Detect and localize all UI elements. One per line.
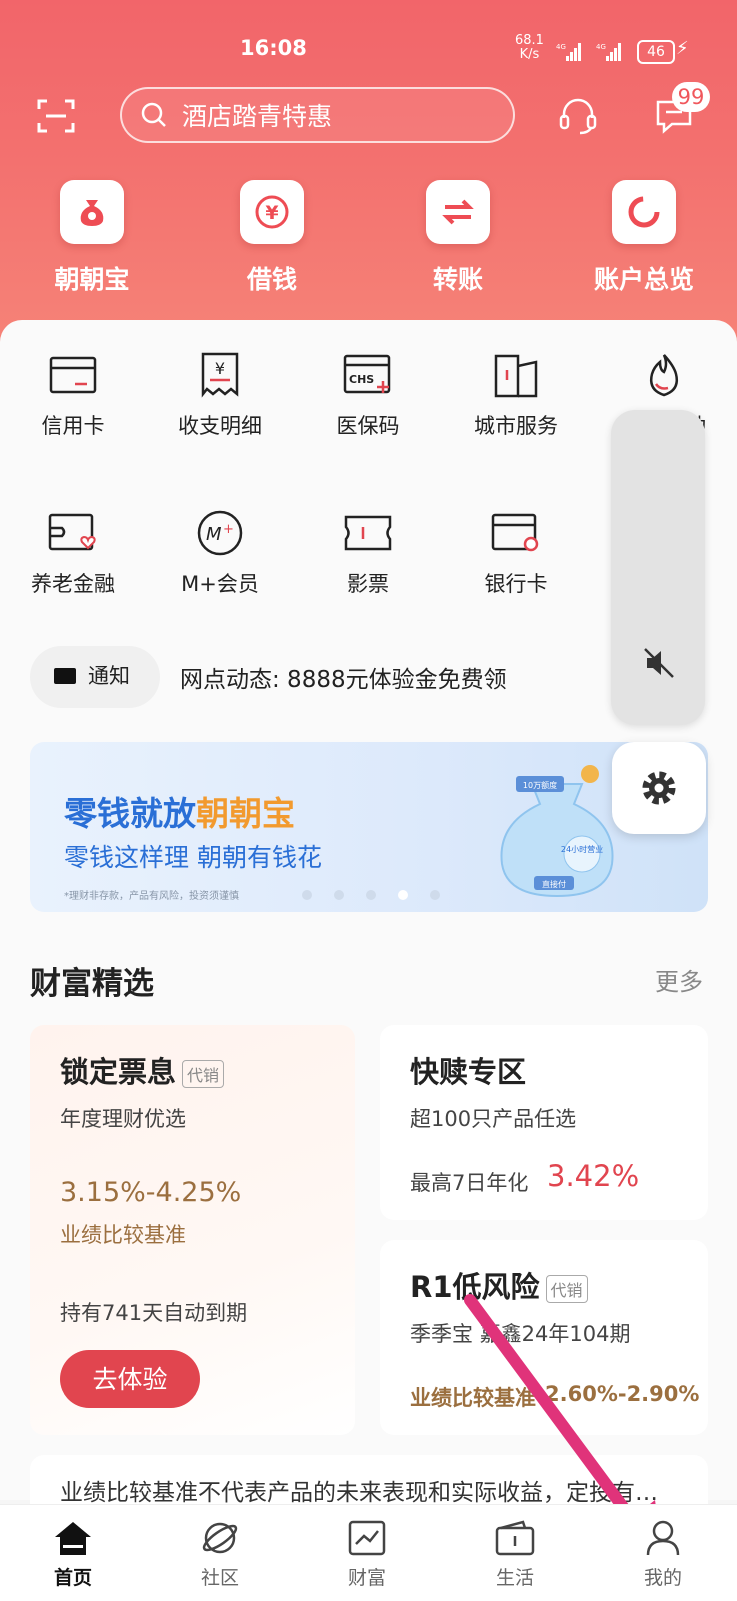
status-bar: 16:08 68.1 K/s 4G 4G 46 ⚡ (0, 0, 737, 80)
product-card-locked-coupon[interactable]: 锁定票息 代销 年度理财优选 3.15%-4.25% 业绩比较基准 持有741天自… (30, 1025, 355, 1435)
svg-text:直接付: 直接付 (542, 879, 566, 889)
user-icon (603, 1515, 723, 1561)
message-badge: 99 (672, 82, 710, 112)
home-icon (13, 1515, 133, 1561)
svg-text:¥: ¥ (215, 359, 225, 378)
promo-banner[interactable]: 零钱就放朝朝宝 零钱这样理 朝朝有钱花 *理财非存款，产品有风险，投资须谨慎 1… (30, 742, 708, 912)
card-hold-term: 持有741天自动到期 (60, 1301, 248, 1325)
product-card-quick-redeem[interactable]: 快赎专区 超100只产品任选 最高7日年化 3.42% (380, 1025, 708, 1220)
search-input[interactable] (180, 97, 504, 135)
scan-icon[interactable] (37, 98, 75, 134)
bank-card-icon (446, 508, 586, 558)
notice-text[interactable]: 网点动态: 8888元体验金免费领 (180, 660, 507, 694)
card-rate-label: 最高7日年化 (410, 1171, 529, 1195)
ring-chart-icon (612, 180, 676, 244)
quick-action-transfer[interactable]: 转账 (383, 180, 533, 296)
money-bag-icon (60, 180, 124, 244)
banner-disclaimer: *理财非存款，产品有风险，投资须谨慎 (64, 891, 239, 902)
building-icon (446, 350, 586, 400)
search-bar[interactable] (120, 87, 515, 143)
gear-icon (642, 771, 676, 805)
tab-life[interactable]: 生活 (455, 1515, 575, 1590)
section-title: 财富精选 (30, 966, 154, 1002)
wallet-icon (455, 1515, 575, 1561)
svg-text:¥: ¥ (265, 202, 278, 224)
service-city[interactable]: 城市服务 (446, 350, 586, 440)
service-movie-tickets[interactable]: 影票 (298, 508, 438, 598)
try-button[interactable]: 去体验 (60, 1350, 200, 1408)
card-subtitle: 年度理财优选 (60, 1107, 186, 1131)
volume-overlay-panel[interactable] (611, 410, 705, 725)
carousel-dots (302, 885, 462, 904)
customer-service-icon[interactable] (558, 96, 598, 136)
mplus-icon: M + (150, 508, 290, 558)
yen-coin-icon: ¥ (240, 180, 304, 244)
svg-text:10万额度: 10万额度 (523, 780, 557, 790)
planet-icon (160, 1515, 280, 1561)
service-transactions[interactable]: ¥ 收支明细 (150, 350, 290, 440)
pension-card-icon (3, 508, 143, 558)
credit-card-icon (3, 350, 143, 400)
card-rate-label: 业绩比较基准 (60, 1223, 186, 1247)
signal-icon: 4G (556, 43, 581, 61)
service-credit-card[interactable]: 信用卡 (3, 350, 143, 440)
bottom-tab-bar: 首页 社区 财富 生活 我的 (0, 1504, 737, 1601)
svg-text:4G: 4G (556, 43, 566, 51)
quick-action-borrow[interactable]: ¥ 借钱 (197, 180, 347, 296)
service-mplus-member[interactable]: M + M+会员 (150, 508, 290, 598)
card-subtitle: 超100只产品任选 (410, 1107, 577, 1131)
card-rate: 3.15%-4.25% (60, 1177, 242, 1208)
service-bank-card[interactable]: 银行卡 (446, 508, 586, 598)
envelope-icon (54, 668, 76, 684)
banner-title: 零钱就放朝朝宝 (64, 794, 295, 833)
notice-button[interactable]: 通知 (30, 646, 160, 708)
ticket-icon (298, 508, 438, 558)
mute-icon[interactable] (641, 645, 677, 681)
banner-subtitle: 零钱这样理 朝朝有钱花 (64, 843, 322, 872)
carousel-dot-active (398, 890, 408, 900)
card-rate: 3.42% (547, 1159, 640, 1193)
carousel-dot (334, 890, 344, 900)
tab-wealth[interactable]: 财富 (307, 1515, 427, 1590)
settings-button[interactable] (612, 742, 706, 834)
quick-action-zhaozhaobao[interactable]: 朝朝宝 (17, 180, 167, 296)
carousel-dot (366, 890, 376, 900)
tab-mine[interactable]: 我的 (603, 1515, 723, 1590)
svg-text:+: + (223, 522, 234, 537)
more-link[interactable]: 更多 (655, 962, 703, 997)
svg-text:M: M (206, 524, 222, 545)
carousel-dot (302, 890, 312, 900)
svg-text:4G: 4G (596, 43, 606, 51)
transfer-arrows-icon (426, 180, 490, 244)
chs-card-icon: CHS (298, 350, 438, 400)
trend-chart-icon (307, 1515, 427, 1561)
svg-text:CHS: CHS (349, 373, 374, 386)
card-title: 快赎专区 (410, 1055, 527, 1089)
tab-community[interactable]: 社区 (160, 1515, 280, 1590)
consignment-tag: 代销 (182, 1060, 225, 1088)
flame-icon (594, 350, 734, 400)
svg-text:24小时营业: 24小时营业 (561, 844, 603, 854)
tab-home[interactable]: 首页 (13, 1515, 133, 1590)
battery-icon: 46 (637, 40, 675, 64)
receipt-icon: ¥ (150, 350, 290, 400)
status-time: 16:08 (240, 36, 307, 60)
service-medical-insurance[interactable]: CHS 医保码 (298, 350, 438, 440)
charging-icon: ⚡ (676, 38, 689, 59)
signal-icon-2: 4G (596, 43, 621, 61)
search-icon (141, 102, 166, 127)
carousel-dot (430, 890, 440, 900)
card-title: 锁定票息 代销 (60, 1049, 225, 1091)
quick-action-account-overview[interactable]: 账户总览 (569, 180, 719, 296)
network-speed: 68.1 K/s (515, 33, 544, 62)
money-bag-illustration: 10万额度 24小时营业 直接付 (500, 765, 614, 898)
service-pension[interactable]: 养老金融 (3, 508, 143, 598)
